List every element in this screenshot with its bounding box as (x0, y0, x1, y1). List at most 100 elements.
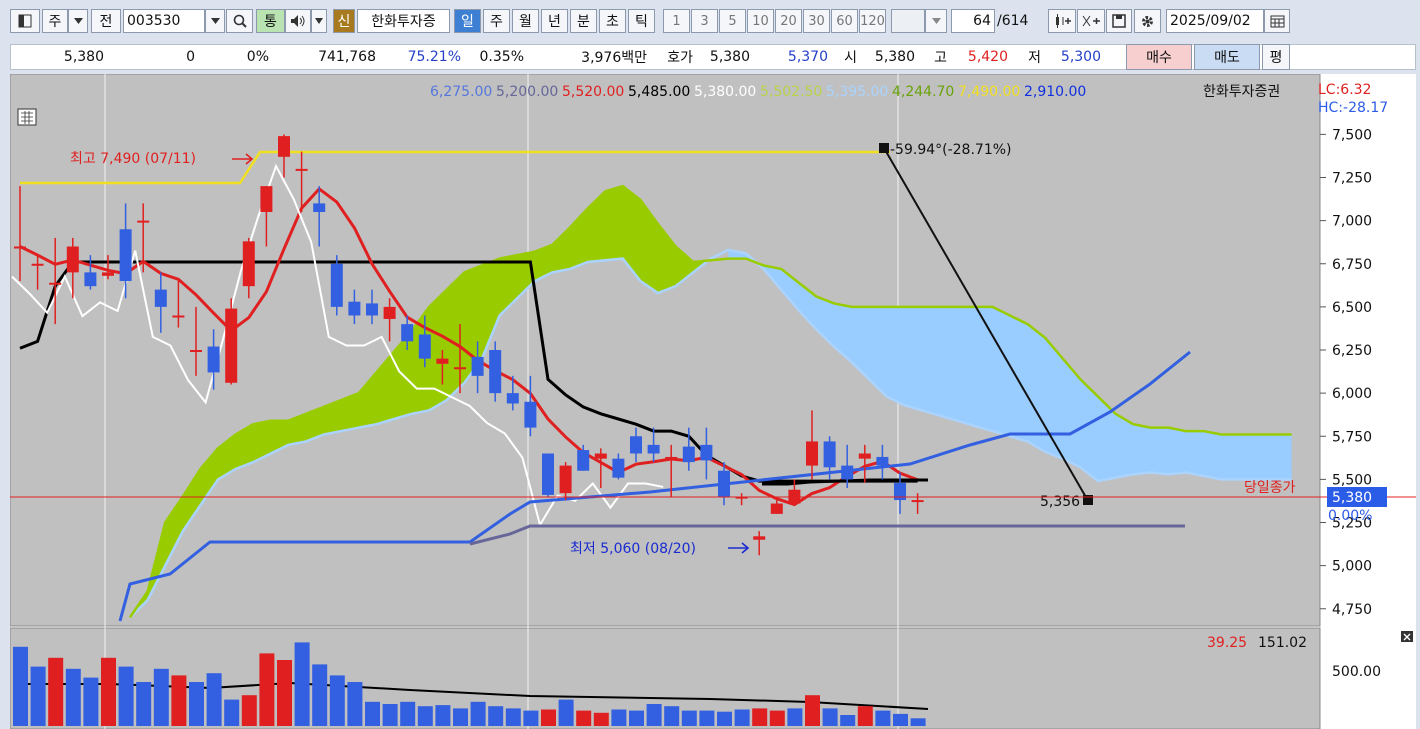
volume-bar (136, 682, 152, 726)
volume-bar (541, 709, 556, 726)
volume-bar (769, 710, 785, 726)
line-add-icon[interactable] (1077, 9, 1105, 33)
volume-bar (101, 657, 116, 726)
bar-count-input[interactable]: 64 (951, 9, 995, 33)
candle (858, 453, 871, 459)
gear-icon[interactable] (1134, 9, 1161, 33)
tong-button[interactable]: 통 (256, 9, 285, 33)
volume-bar (523, 710, 539, 726)
candle (700, 444, 713, 461)
legend-item: 2,910.00 (1024, 84, 1086, 100)
volume-bar (365, 701, 380, 726)
candle (559, 465, 572, 494)
volume-bar (347, 682, 363, 726)
chevron-down-icon[interactable] (68, 9, 88, 33)
candle (348, 301, 361, 316)
candle (753, 536, 766, 540)
candle (102, 272, 114, 276)
save-icon[interactable] (1106, 9, 1132, 33)
period-tab-2[interactable]: 월 (512, 9, 539, 33)
volume-bar (241, 695, 257, 726)
chevron-down-icon[interactable] (311, 9, 327, 33)
minute-tab-120[interactable]: 120 (859, 9, 886, 33)
calendar-icon[interactable] (1264, 9, 1290, 33)
type-selector[interactable]: 주 (42, 9, 68, 33)
candle (207, 346, 220, 373)
prev-button[interactable]: 전 (91, 9, 121, 33)
volume-bar (13, 646, 28, 726)
turnover: 0.35% (479, 49, 524, 65)
volume-bar (681, 710, 697, 726)
minute-tab-10[interactable]: 10 (747, 9, 774, 33)
candle (190, 350, 202, 352)
speaker-icon[interactable] (285, 9, 311, 33)
candle (49, 282, 62, 285)
candle (137, 220, 150, 223)
legend-item: 5,485.00 (628, 84, 690, 100)
candle (295, 168, 308, 171)
candle-add-icon[interactable] (1048, 9, 1076, 33)
candle (454, 367, 466, 370)
chevron-down-icon[interactable] (925, 9, 947, 33)
candle (823, 441, 836, 468)
interval-input[interactable] (891, 9, 925, 33)
current-pct: 0.00% (1328, 508, 1372, 524)
volume-bar (382, 704, 398, 726)
minute-tab-60[interactable]: 60 (831, 9, 858, 33)
period-tab-1[interactable]: 주 (483, 9, 510, 33)
volume-bar (294, 642, 310, 726)
credit-badge: 신 (333, 9, 355, 33)
volume-bar (611, 709, 627, 726)
ask-value: 5,370 (787, 49, 828, 65)
period-tab-4[interactable]: 분 (570, 9, 597, 33)
candle (471, 356, 484, 376)
period-tab-6[interactable]: 틱 (628, 9, 655, 33)
trend-handle-start[interactable] (879, 143, 889, 153)
toolbar: 주 전 003530 통 신 한화투자증 일주월년분초틱 1 3 5 10 20 30 60… (0, 0, 1420, 44)
candle (366, 303, 378, 316)
screen-menu-icon[interactable] (10, 9, 40, 33)
y-tick-label: 7,250 (1332, 171, 1372, 187)
volume-bar (822, 708, 838, 726)
buy-button[interactable]: 매수 (1126, 44, 1192, 70)
candle (506, 393, 519, 404)
minute-tab-3[interactable]: 3 (691, 9, 718, 33)
open-label: 시 (844, 50, 857, 66)
volume-bar (752, 708, 768, 726)
period-tab-0[interactable]: 일 (454, 9, 481, 33)
hoga-label: 호가 (667, 50, 693, 66)
y-tick-label: 5,000 (1332, 559, 1372, 575)
candle (876, 456, 889, 466)
minute-tab-1[interactable]: 1 (663, 9, 690, 33)
company-name[interactable]: 한화투자증 (357, 9, 450, 33)
trend-target-label: 5,356 (1040, 494, 1080, 510)
date-input[interactable]: 2025/09/02 (1166, 9, 1264, 33)
y-tick-label: 7,000 (1332, 214, 1372, 230)
candle (524, 401, 537, 428)
candle (542, 453, 554, 495)
hts-window: 주 전 003530 통 신 한화투자증 일주월년분초틱 1 3 5 10 20 30 60… (0, 0, 1420, 729)
volume-bar (699, 710, 715, 726)
period-tab-5[interactable]: 초 (599, 9, 626, 33)
bar-total: /614 (997, 13, 1029, 29)
high-value: 5,420 (967, 49, 1008, 65)
minute-tab-30[interactable]: 30 (803, 9, 830, 33)
stock-chart[interactable]: 7,500 7,250 7,000 6,750 6,500 6,250 6,000 5,750… (10, 74, 1416, 729)
eval-button[interactable]: 평 (1262, 44, 1290, 70)
high-label: 고 (934, 50, 947, 66)
period-tab-3[interactable]: 년 (541, 9, 568, 33)
low-annotation: 최저 5,060 (08/20) (570, 541, 696, 557)
search-icon[interactable] (226, 9, 253, 33)
candle (911, 500, 924, 503)
chevron-down-icon[interactable] (205, 9, 225, 33)
current-price: 5,380 (1332, 490, 1372, 506)
sell-button[interactable]: 매도 (1194, 44, 1260, 70)
candle (718, 470, 730, 497)
minute-tab-5[interactable]: 5 (719, 9, 746, 33)
stock-code-input[interactable]: 003530 (123, 9, 205, 33)
volume-bar (787, 708, 803, 726)
candle (630, 436, 642, 454)
volume-bar (329, 675, 345, 726)
minute-tab-20[interactable]: 20 (775, 9, 802, 33)
candle (278, 136, 290, 157)
